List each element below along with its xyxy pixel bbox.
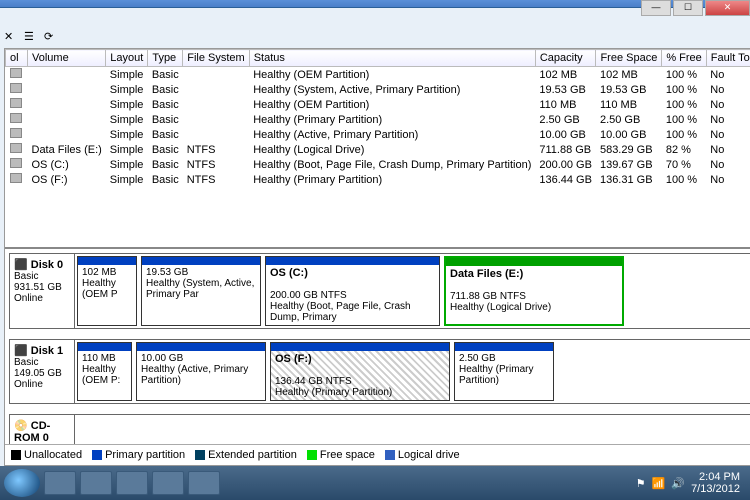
start-button[interactable] xyxy=(4,469,40,497)
refresh-icon[interactable]: ⟳ xyxy=(44,30,58,44)
volume-row[interactable]: SimpleBasicHealthy (System, Active, Prim… xyxy=(6,82,750,97)
volume-row[interactable]: OS (C:)SimpleBasicNTFSHealthy (Boot, Pag… xyxy=(6,157,750,172)
column-header[interactable]: Capacity xyxy=(535,50,596,67)
taskbar-app-5[interactable] xyxy=(188,471,220,495)
clock-time: 2:04 PM xyxy=(691,471,740,483)
disk-label: ⬛ Disk 0Basic931.51 GBOnline xyxy=(10,254,75,328)
partition[interactable]: Data Files (E:)711.88 GB NTFSHealthy (Lo… xyxy=(444,256,624,326)
partition[interactable]: OS (C:)200.00 GB NTFSHealthy (Boot, Page… xyxy=(265,256,440,326)
disk-graphical-view[interactable]: ⬛ Disk 0Basic931.51 GBOnline102 MBHealth… xyxy=(5,249,750,444)
properties-icon[interactable]: ☰ xyxy=(24,30,38,44)
legend-item: Logical drive xyxy=(385,449,460,461)
column-header[interactable]: % Free xyxy=(662,50,706,67)
partition[interactable]: 10.00 GBHealthy (Active, Primary Partiti… xyxy=(136,342,266,401)
partition[interactable]: 102 MBHealthy (OEM P xyxy=(77,256,137,326)
tray-flag-icon[interactable]: ⚑ xyxy=(636,477,646,490)
partition[interactable]: 2.50 GBHealthy (Primary Partition) xyxy=(454,342,554,401)
window-titlebar xyxy=(0,0,750,8)
partition[interactable]: 110 MBHealthy (OEM P: xyxy=(77,342,132,401)
column-header[interactable]: File System xyxy=(183,50,249,67)
legend: Unallocated Primary partition Extended par… xyxy=(5,444,750,465)
volume-row[interactable]: SimpleBasicHealthy (OEM Partition)110 MB… xyxy=(6,97,750,112)
maximize-button[interactable]: ☐ xyxy=(673,0,703,16)
disk-row[interactable]: 📀 CD-ROM 0DVD (D:)No Media xyxy=(9,414,750,444)
tray-volume-icon[interactable]: 🔊 xyxy=(671,477,685,490)
clock-date: 7/13/2012 xyxy=(691,483,740,495)
column-header[interactable]: Layout xyxy=(106,50,148,67)
tray-network-icon[interactable]: 📶 xyxy=(652,477,666,490)
disk-label: ⬛ Disk 1Basic149.05 GBOnline xyxy=(10,340,75,403)
disk-row[interactable]: ⬛ Disk 0Basic931.51 GBOnline102 MBHealth… xyxy=(9,253,750,329)
partition[interactable]: OS (F:)136.44 GB NTFSHealthy (Primary Pa… xyxy=(270,342,450,401)
legend-item: Free space xyxy=(307,449,375,461)
partition[interactable]: 19.53 GBHealthy (System, Active, Primary… xyxy=(141,256,261,326)
taskbar-app-3[interactable] xyxy=(116,471,148,495)
column-header[interactable]: Volume xyxy=(28,50,106,67)
close-button[interactable]: ✕ xyxy=(705,0,750,16)
toolbar: ✕ ☰ ⟳ xyxy=(4,30,58,44)
delete-icon[interactable]: ✕ xyxy=(4,30,18,44)
window-controls: — ☐ ✕ xyxy=(639,0,750,16)
volume-row[interactable]: SimpleBasicHealthy (Active, Primary Part… xyxy=(6,127,750,142)
column-header[interactable]: Fault Tolerance xyxy=(706,50,750,67)
main-panel: olVolumeLayoutTypeFile SystemStatusCapac… xyxy=(4,48,750,466)
taskbar-app-4[interactable] xyxy=(152,471,184,495)
column-header[interactable]: ol xyxy=(6,50,28,67)
column-header[interactable]: Type xyxy=(148,50,183,67)
disk-row[interactable]: ⬛ Disk 1Basic149.05 GBOnline110 MBHealth… xyxy=(9,339,750,404)
column-header[interactable]: Free Space xyxy=(596,50,662,67)
minimize-button[interactable]: — xyxy=(641,0,671,16)
column-header[interactable]: Status xyxy=(249,50,535,67)
taskbar-app-1[interactable] xyxy=(44,471,76,495)
taskbar[interactable]: ⚑ 📶 🔊 2:04 PM 7/13/2012 xyxy=(0,466,750,500)
taskbar-app-2[interactable] xyxy=(80,471,112,495)
volume-row[interactable]: SimpleBasicHealthy (Primary Partition)2.… xyxy=(6,112,750,127)
disk-label: 📀 CD-ROM 0DVD (D:)No Media xyxy=(10,415,75,444)
legend-item: Primary partition xyxy=(92,449,185,461)
system-tray[interactable]: ⚑ 📶 🔊 2:04 PM 7/13/2012 xyxy=(636,471,746,495)
volume-row[interactable]: OS (F:)SimpleBasicNTFSHealthy (Primary P… xyxy=(6,172,750,187)
volume-row[interactable]: Data Files (E:)SimpleBasicNTFSHealthy (L… xyxy=(6,142,750,157)
legend-item: Unallocated xyxy=(11,449,82,461)
volume-list[interactable]: olVolumeLayoutTypeFile SystemStatusCapac… xyxy=(5,49,750,249)
legend-item: Extended partition xyxy=(195,449,297,461)
volume-row[interactable]: SimpleBasicHealthy (OEM Partition)102 MB… xyxy=(6,67,750,83)
